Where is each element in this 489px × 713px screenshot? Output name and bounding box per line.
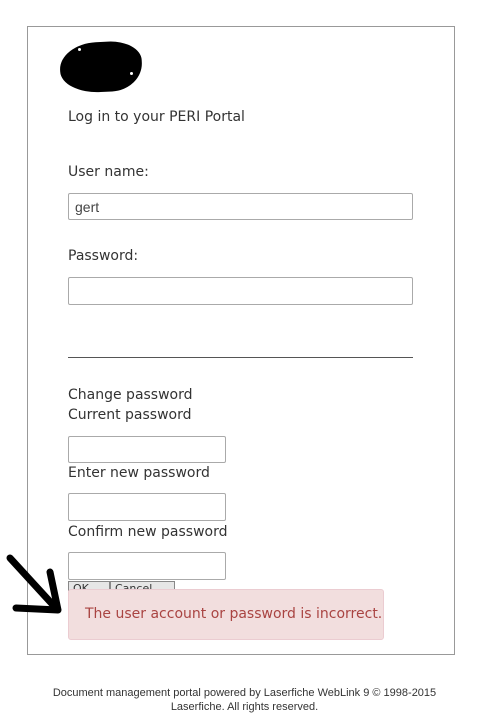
section-divider [68, 357, 413, 358]
confirm-password-input[interactable] [68, 552, 226, 580]
confirm-password-label: Confirm new password [68, 524, 228, 540]
password-input[interactable] [68, 277, 413, 305]
current-password-input[interactable] [68, 436, 226, 463]
change-password-title: Change password [68, 387, 193, 403]
error-alert-message: The user account or password is incorrec… [85, 606, 383, 622]
redacted-logo-speck [78, 48, 81, 51]
username-input[interactable] [68, 193, 413, 220]
new-password-input[interactable] [68, 493, 226, 521]
footer-line-2: Laserfiche. All rights reserved. [170, 701, 319, 713]
password-label: Password: [68, 248, 139, 264]
error-alert: The user account or password is incorrec… [68, 589, 384, 640]
username-label: User name: [68, 164, 149, 180]
current-password-label: Current password [68, 407, 192, 423]
hand-drawn-arrow-icon [6, 554, 62, 614]
new-password-label: Enter new password [68, 465, 210, 481]
footer-line-1: Document management portal powered by La… [52, 687, 437, 699]
login-heading: Log in to your PERI Portal [68, 109, 245, 125]
redacted-logo-speck [130, 72, 133, 75]
